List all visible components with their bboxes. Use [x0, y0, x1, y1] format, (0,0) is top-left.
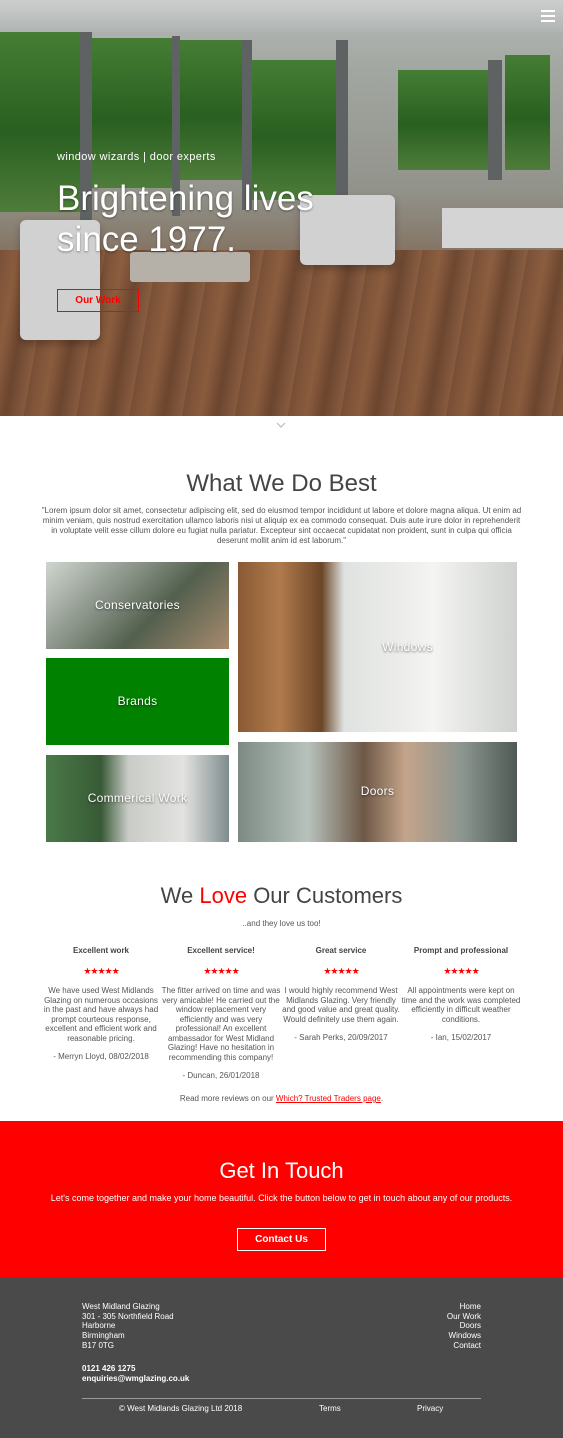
review-body: I would highly recommend West Midlands G… — [282, 986, 400, 1024]
address-line: Harborne — [82, 1321, 116, 1331]
footer: West Midland Glazing 301 - 305 Northfiel… — [0, 1277, 563, 1438]
review-title: Prompt and professional — [413, 946, 509, 955]
chevron-down-icon[interactable] — [276, 420, 286, 430]
conservatories-tile[interactable]: Conservatories — [46, 562, 229, 649]
review-author: - Ian, 15/02/2017 — [430, 1033, 492, 1042]
doors-tile[interactable]: Doors — [238, 742, 517, 842]
address-line: B17 0TG — [82, 1340, 115, 1350]
address-line: 301 - 305 Northfield Road — [82, 1311, 174, 1321]
commercial-work-tile[interactable]: Commerical Work — [46, 755, 229, 842]
review-card: Excellent service! ★★★★★ The fitter arri… — [161, 946, 281, 1080]
footer-link-our-work[interactable]: Our Work — [447, 1312, 481, 1322]
doors-label: Doors — [360, 784, 395, 798]
star-rating-icon: ★★★★★ — [443, 966, 479, 976]
footer-nav: Home Our Work Doors Windows Contact — [447, 1302, 481, 1351]
trusted-traders-link[interactable]: Which? Trusted Traders page — [276, 1094, 381, 1103]
get-in-touch-section: Get In Touch Let's come together and mak… — [0, 1121, 563, 1277]
star-rating-icon: ★★★★★ — [203, 966, 239, 976]
footer-link-doors[interactable]: Doors — [447, 1321, 481, 1331]
review-card: Prompt and professional ★★★★★ All appoin… — [401, 946, 521, 1042]
hero-section: window wizards | door experts Brightenin… — [0, 0, 563, 416]
more-reviews-prefix: Read more reviews on our — [179, 1094, 276, 1103]
customers-title-love: Love — [199, 883, 248, 908]
review-title: Great service — [315, 946, 367, 955]
star-rating-icon: ★★★★★ — [83, 966, 119, 976]
what-we-do-intro: "Lorem ipsum dolor sit amet, consectetur… — [41, 506, 522, 545]
what-we-do-title: What We Do Best — [186, 470, 377, 497]
address-line: Birmingham — [82, 1331, 125, 1341]
footer-contact: 0121 426 1275 enquiries@wmglazing.co.uk — [82, 1364, 189, 1383]
brands-label: Brands — [117, 694, 158, 708]
review-title: Excellent service! — [187, 946, 255, 955]
footer-link-contact[interactable]: Contact — [447, 1341, 481, 1351]
windows-label: Windows — [382, 640, 433, 654]
star-rating-icon: ★★★★★ — [323, 966, 359, 976]
customers-title-pre: We — [160, 883, 200, 908]
get-in-touch-title: Get In Touch — [219, 1158, 344, 1183]
footer-address: West Midland Glazing 301 - 305 Northfiel… — [82, 1302, 174, 1351]
review-body: We have used West Midlands Glazing on nu… — [43, 986, 159, 1043]
review-title: Excellent work — [72, 946, 130, 955]
review-body: All appointments were kept on time and t… — [401, 986, 521, 1024]
copyright-text: © West Midlands Glazing Ltd 2018 — [119, 1404, 243, 1413]
address-line: West Midland Glazing — [82, 1302, 160, 1311]
review-body: The fitter arrived on time and was very … — [161, 986, 281, 1062]
hamburger-menu-icon[interactable] — [541, 10, 555, 22]
our-work-button[interactable]: Our Work — [57, 289, 139, 312]
footer-email[interactable]: enquiries@wmglazing.co.uk — [82, 1374, 189, 1384]
privacy-link[interactable]: Privacy — [417, 1404, 443, 1413]
review-card: Excellent work ★★★★★ We have used West M… — [41, 946, 161, 1061]
more-reviews-text: Read more reviews on our Which? Trusted … — [0, 1094, 563, 1103]
hero-headline-line1: Brightening lives — [57, 179, 314, 218]
contact-us-button[interactable]: Contact Us — [237, 1228, 326, 1251]
footer-link-home[interactable]: Home — [447, 1302, 481, 1312]
footer-link-windows[interactable]: Windows — [447, 1331, 481, 1341]
customers-subtitle: ..and they love us too! — [242, 919, 321, 928]
windows-tile[interactable]: Windows — [238, 562, 517, 732]
more-reviews-suffix: . — [380, 1094, 384, 1103]
customers-title-post: Our Customers — [247, 883, 403, 908]
footer-divider — [82, 1398, 481, 1399]
review-card: Great service ★★★★★ I would highly recom… — [281, 946, 401, 1042]
get-in-touch-text: Let's come together and make your home b… — [50, 1193, 513, 1203]
terms-link[interactable]: Terms — [319, 1404, 341, 1413]
customers-title: We Love Our Customers — [0, 883, 563, 909]
review-author: - Sarah Perks, 20/09/2017 — [294, 1033, 388, 1042]
hero-tagline: window wizards | door experts — [57, 151, 216, 163]
review-author: - Duncan, 26/01/2018 — [182, 1071, 260, 1080]
conservatories-label: Conservatories — [95, 598, 180, 612]
footer-phone[interactable]: 0121 426 1275 — [82, 1364, 189, 1374]
brands-tile[interactable]: Brands — [46, 658, 229, 745]
hero-headline: Brightening lives since 1977. — [57, 178, 477, 260]
review-author: - Merryn Lloyd, 08/02/2018 — [53, 1052, 149, 1061]
commercial-work-label: Commerical Work — [87, 791, 188, 805]
hero-headline-line2: since 1977. — [57, 220, 237, 259]
